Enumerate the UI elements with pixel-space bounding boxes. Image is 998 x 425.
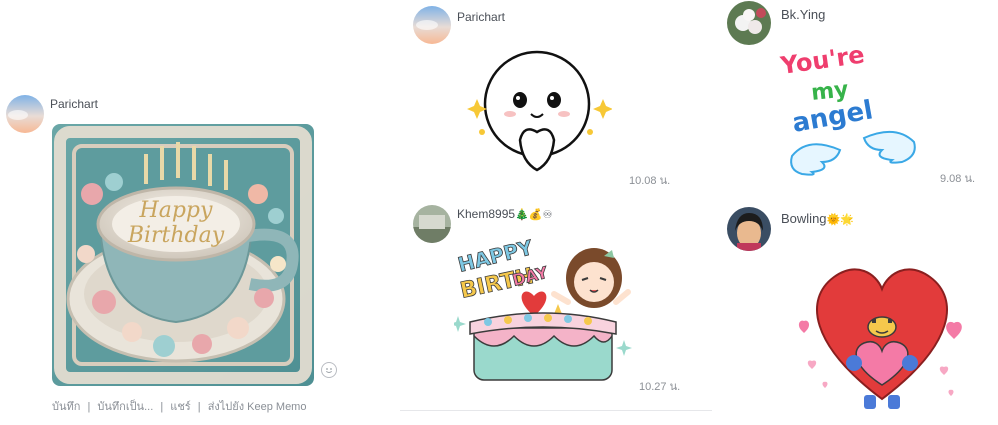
sender-name-text: Bowling: [781, 211, 827, 226]
timestamp: 10.08 น.: [629, 175, 671, 187]
timestamp: 10.27 น.: [639, 381, 681, 393]
photo-text-happy: Happy: [139, 198, 213, 223]
sender-name: Khem8995🎄💰♾: [457, 207, 552, 221]
action-separator: |: [87, 401, 91, 413]
sender-name-text: Khem8995: [457, 207, 516, 221]
avatar[interactable]: [727, 1, 771, 45]
tata-heart-sticker[interactable]: [790, 255, 974, 417]
share-action[interactable]: แชร์: [170, 401, 190, 413]
youre-my-angel-sticker[interactable]: You're my angel: [778, 38, 918, 180]
save-as-action[interactable]: บันทึกเป็น...: [97, 401, 153, 413]
avatar[interactable]: [413, 205, 451, 243]
timestamp: 9.08 น.: [940, 173, 976, 185]
avatar[interactable]: [413, 6, 451, 44]
birthday-cake-photo[interactable]: Happy Birthday: [52, 124, 314, 386]
avatar[interactable]: [6, 95, 44, 133]
sender-name: Parichart: [50, 97, 99, 111]
keep-memo-action[interactable]: ส่งไปยัง Keep Memo: [208, 401, 307, 413]
moon-sticker[interactable]: [462, 44, 613, 176]
divider: [400, 410, 712, 411]
action-separator: |: [197, 401, 201, 413]
photo-actions: บันทึก | บันทึกเป็น... | แชร์ | ส่งไปยัง…: [52, 397, 306, 415]
save-action[interactable]: บันทึก: [52, 401, 80, 413]
avatar[interactable]: [727, 207, 771, 251]
photo-text-birthday: Birthday: [127, 223, 225, 248]
sender-emojis: 🎄💰♾: [515, 208, 553, 221]
sender-emojis: 🌞🌟: [826, 213, 854, 226]
react-icon[interactable]: [321, 362, 337, 378]
action-separator: |: [160, 401, 164, 413]
sender-name: Bk.Ying: [781, 7, 826, 22]
sticker-text-angel: angel: [790, 95, 875, 139]
sender-name: Bowling🌞🌟: [781, 211, 854, 226]
sender-name: Parichart: [457, 10, 506, 24]
sticker-text-youre: You're: [778, 40, 866, 80]
happy-birthday-cake-sticker[interactable]: HAPPY BIRTH DAY: [450, 235, 632, 388]
